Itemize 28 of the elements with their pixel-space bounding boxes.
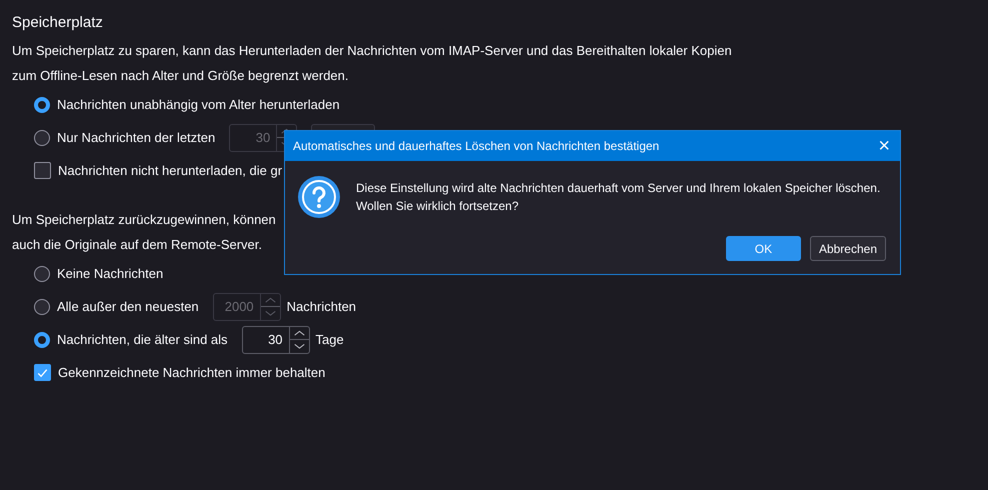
radio-button[interactable]	[34, 96, 50, 112]
unit-label: Nachrichten	[286, 299, 356, 314]
radio-button[interactable]	[34, 298, 50, 314]
question-icon	[297, 175, 341, 219]
radio-button[interactable]	[34, 266, 50, 282]
option-label: Nur Nachrichten der letzten	[57, 130, 216, 145]
description-text: Um Speicherplatz zu sparen, kann das Herunterladen der Nachrichten vom IMAP-Server und das Bereithalten lokaler Kopien	[12, 42, 732, 60]
number-spinner[interactable]: 30	[242, 326, 310, 354]
radio-button[interactable]	[34, 332, 50, 348]
cancel-button[interactable]: Abbrechen	[810, 236, 886, 261]
unit-label: Tage	[316, 332, 344, 347]
radio-button[interactable]	[34, 130, 50, 146]
close-button[interactable]: ×	[878, 136, 890, 156]
checkbox[interactable]	[34, 364, 51, 381]
checkbox[interactable]	[34, 162, 51, 179]
description-text: Um Speicherplatz zurückzugewinnen, können	[12, 211, 276, 229]
description-text: auch die Originale auf dem Remote-Server.	[12, 236, 262, 254]
option-label: Gekennzeichnete Nachrichten immer behalten	[58, 365, 326, 380]
section-heading: Speicherplatz	[12, 14, 104, 31]
description-text: zum Offline-Lesen nach Alter und Größe begrenzt werden.	[12, 67, 349, 85]
option-label: Keine Nachrichten	[57, 266, 164, 281]
ok-button[interactable]: OK	[726, 236, 801, 261]
dialog-message: Diese Einstellung wird alte Nachrichten dauerhaft vom Server und Ihrem lokalen Speicher löschen.	[356, 180, 880, 197]
dialog-message: Wollen Sie wirklich fortsetzen?	[356, 198, 520, 215]
option-label: Nachrichten nicht herunterladen, die gr	[58, 163, 282, 178]
option-label: Nachrichten unabhängig vom Alter herunterladen	[57, 97, 340, 112]
option-label: Nachrichten, die älter sind als	[57, 332, 228, 347]
option-label: Alle außer den neuesten	[57, 299, 199, 314]
